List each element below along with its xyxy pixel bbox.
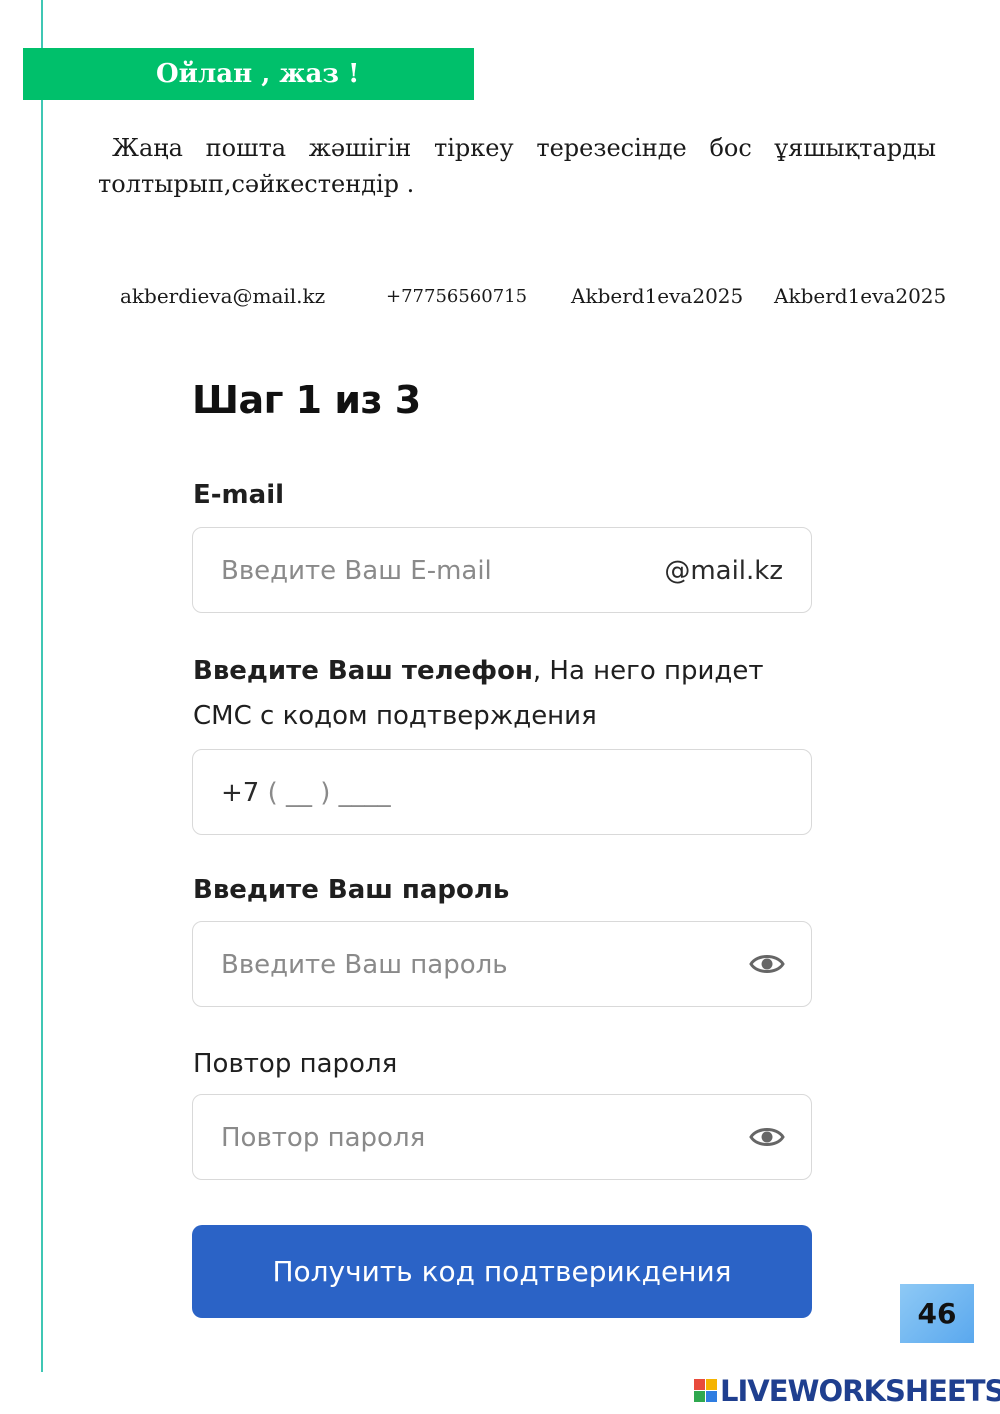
phone-mask: ( __ ) ____ bbox=[267, 778, 391, 808]
page-number-badge: 46 bbox=[900, 1284, 974, 1343]
phone-label: Введите Ваш телефон, На него придет bbox=[193, 656, 764, 686]
phone-prefix: +7 bbox=[221, 778, 260, 808]
liveworksheets-logo: LIVEWORKSHEETS bbox=[694, 1374, 1000, 1408]
email-field[interactable]: Введите Ваш E-mail @mail.kz bbox=[192, 527, 812, 613]
banner-title: Ойлан , жаз ! bbox=[156, 59, 360, 89]
phone-label-bold: Введите Ваш телефон bbox=[193, 656, 533, 686]
word-bank-item[interactable]: akberdieva@mail.kz bbox=[120, 284, 325, 308]
liveworksheets-icon bbox=[694, 1379, 718, 1403]
repeat-password-label: Повтор пароля bbox=[193, 1049, 398, 1079]
email-label: E-mail bbox=[193, 480, 285, 510]
phone-input-mask: +7 ( __ ) ____ bbox=[221, 750, 391, 836]
eye-icon[interactable] bbox=[749, 949, 785, 979]
password-field[interactable]: Введите Ваш пароль bbox=[192, 921, 812, 1007]
word-bank-item[interactable]: Akberd1eva2025 bbox=[571, 284, 743, 308]
word-bank-item[interactable]: Akberd1eva2025 bbox=[774, 284, 946, 308]
repeat-password-field[interactable]: Повтор пароля bbox=[192, 1094, 812, 1180]
phone-field[interactable]: +7 ( __ ) ____ bbox=[192, 749, 812, 835]
task-instruction: Жаңа пошта жәшігін тіркеу терезесінде бо… bbox=[98, 134, 936, 198]
word-bank-item[interactable]: +77756560715 bbox=[386, 286, 527, 307]
email-domain-suffix: @mail.kz bbox=[664, 556, 783, 586]
liveworksheets-brand: LIVEWORKSHEETS bbox=[720, 1374, 1000, 1408]
form-step-title: Шаг 1 из 3 bbox=[192, 378, 421, 422]
repeat-password-placeholder: Повтор пароля bbox=[221, 1123, 426, 1153]
phone-label-line2: СМС с кодом подтверждения bbox=[193, 701, 597, 731]
margin-line bbox=[41, 0, 43, 1372]
eye-icon[interactable] bbox=[749, 1122, 785, 1152]
section-banner: Ойлан , жаз ! bbox=[23, 48, 474, 100]
password-placeholder: Введите Ваш пароль bbox=[221, 950, 508, 980]
email-placeholder: Введите Ваш E-mail bbox=[221, 556, 492, 586]
password-label: Введите Ваш пароль bbox=[193, 875, 510, 905]
get-code-button[interactable]: Получить код подтверикдения bbox=[192, 1225, 812, 1318]
phone-label-rest: , На него придет bbox=[532, 656, 764, 686]
